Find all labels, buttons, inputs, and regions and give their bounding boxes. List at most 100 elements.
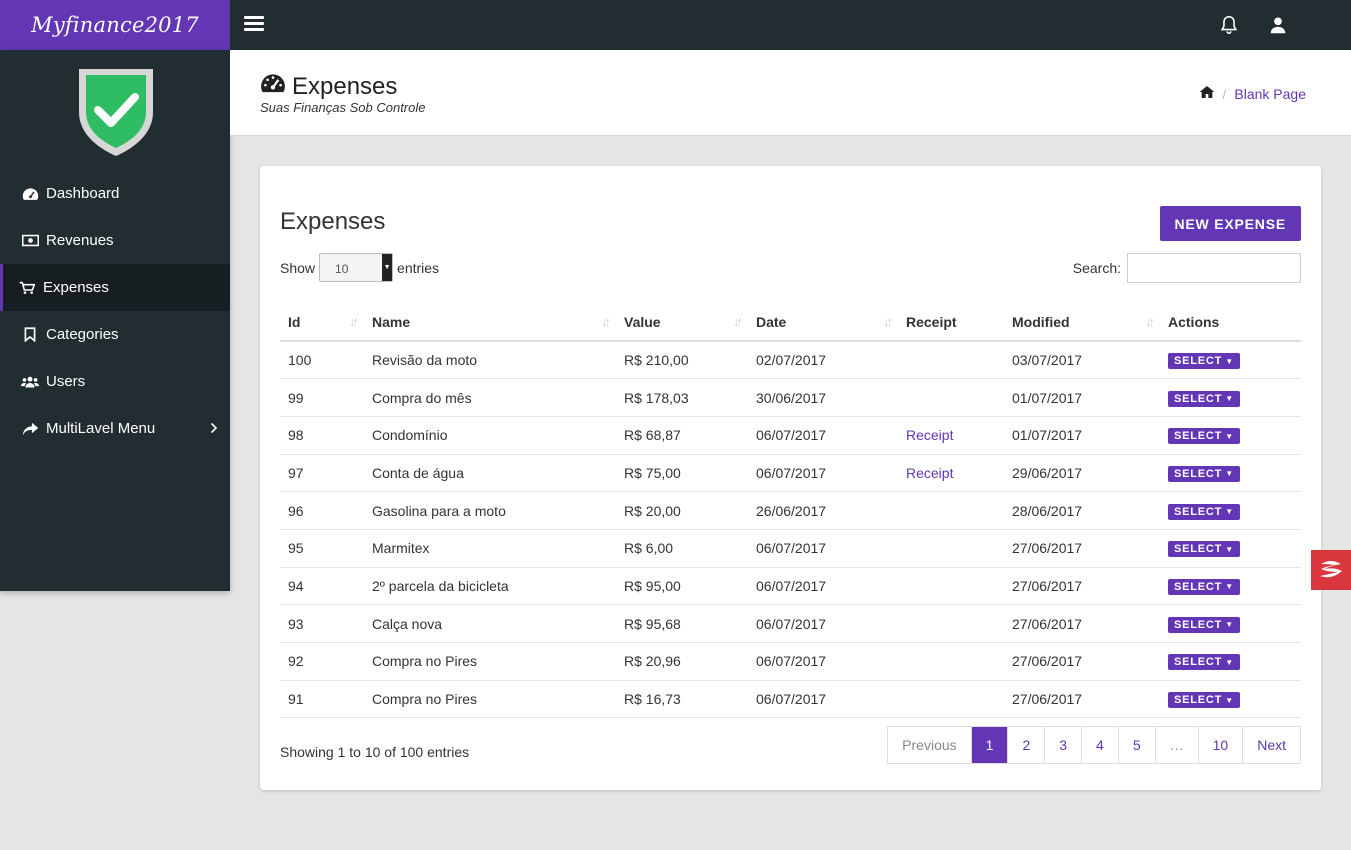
page-subtitle: Suas Finanças Sob Controle	[260, 100, 426, 115]
select-action-label: SELECT	[1174, 392, 1223, 405]
breadcrumb: / Blank Page	[1199, 85, 1306, 102]
select-action-label: SELECT	[1174, 505, 1223, 518]
cell-receipt	[898, 529, 1004, 568]
sidebar-item-dashboard[interactable]: Dashboard	[0, 170, 230, 217]
cell-name: Condomínio	[364, 416, 616, 455]
new-expense-button[interactable]: NEW EXPENSE	[1159, 206, 1301, 241]
select-action-button[interactable]: SELECT ▼	[1168, 353, 1240, 370]
cell-receipt	[898, 642, 1004, 681]
brand-logo[interactable]: Myfinance2017	[0, 0, 230, 50]
cell-receipt	[898, 567, 1004, 606]
cell-actions: SELECT ▼	[1160, 642, 1301, 681]
users-icon	[21, 374, 39, 390]
pagination-page[interactable]: 3	[1044, 727, 1082, 763]
column-header-id[interactable]: Id ↓↑	[280, 303, 364, 342]
cell-name: Compra no Pires	[364, 642, 616, 681]
cell-modified: 01/07/2017	[1004, 378, 1160, 417]
content-header: Expenses Suas Finanças Sob Controle / Bl…	[230, 50, 1351, 136]
select-action-button[interactable]: SELECT ▼	[1168, 465, 1240, 482]
cell-modified: 27/06/2017	[1004, 680, 1160, 719]
cell-actions: SELECT ▼	[1160, 454, 1301, 493]
sidebar-item-label: Users	[46, 373, 86, 390]
caret-down-icon: ▼	[1225, 356, 1234, 366]
show-label: Show	[280, 259, 316, 276]
table-row: 98 Condomínio R$ 68,87 06/07/2017 Receipt 01/…	[280, 416, 1301, 455]
cell-name: Marmitex	[364, 529, 616, 568]
breadcrumb-current[interactable]: Blank Page	[1234, 86, 1306, 102]
chevron-down-icon: ▼	[382, 254, 393, 281]
cell-date: 06/07/2017	[748, 416, 898, 455]
breadcrumb-separator: /	[1222, 85, 1227, 102]
floating-widget-icon[interactable]	[1311, 550, 1351, 590]
select-action-button[interactable]: SELECT ▼	[1168, 390, 1240, 407]
sort-icon: ↓↑	[733, 314, 743, 329]
hamburger-menu-icon[interactable]	[244, 16, 264, 34]
page-title-text: Expenses	[292, 72, 398, 100]
cell-date: 06/07/2017	[748, 604, 898, 643]
sidebar-menu: Dashboard Revenues Expenses Categories U…	[0, 170, 230, 452]
cell-value: R$ 75,00	[616, 454, 748, 493]
select-action-button[interactable]: SELECT ▼	[1168, 578, 1240, 595]
select-action-button[interactable]: SELECT ▼	[1168, 654, 1240, 671]
sidebar-item-categories[interactable]: Categories	[0, 311, 230, 358]
cell-modified: 27/06/2017	[1004, 642, 1160, 681]
receipt-link[interactable]: Receipt	[906, 427, 953, 443]
pagination-page[interactable]: 2	[1007, 727, 1045, 763]
select-action-button[interactable]: SELECT ▼	[1168, 616, 1240, 633]
receipt-link[interactable]: Receipt	[906, 465, 953, 481]
cell-receipt: Receipt	[898, 454, 1004, 493]
pagination-page[interactable]: 1	[970, 727, 1008, 763]
cell-value: R$ 68,87	[616, 416, 748, 455]
home-icon[interactable]	[1199, 85, 1215, 102]
page-length-select[interactable]: 10 ▼	[319, 253, 394, 282]
sidebar-item-label: Revenues	[46, 232, 114, 249]
bell-icon[interactable]	[1218, 14, 1240, 36]
select-action-button[interactable]: SELECT ▼	[1168, 692, 1240, 709]
select-action-button[interactable]: SELECT ▼	[1168, 541, 1240, 558]
search-input[interactable]	[1127, 253, 1301, 283]
sidebar-item-expenses[interactable]: Expenses	[0, 264, 230, 311]
column-header-name[interactable]: Name ↓↑	[364, 303, 616, 342]
sidebar: Dashboard Revenues Expenses Categories U…	[0, 50, 230, 591]
table-row: 99 Compra do mês R$ 178,03 30/06/2017 01/07/…	[280, 378, 1301, 417]
pagination-next[interactable]: Next	[1242, 727, 1300, 763]
pagination-page[interactable]: 5	[1117, 727, 1155, 763]
sidebar-item-users[interactable]: Users	[0, 358, 230, 405]
cell-modified: 03/07/2017	[1004, 341, 1160, 380]
table-row: 95 Marmitex R$ 6,00 06/07/2017 27/06/2017 SEL…	[280, 529, 1301, 568]
column-header-value[interactable]: Value ↓↑	[616, 303, 748, 342]
search-label: Search:	[1072, 260, 1121, 276]
caret-down-icon: ▼	[1225, 431, 1234, 441]
expenses-card: Expenses NEW EXPENSE Show 10 ▼ entries S…	[260, 166, 1321, 790]
sidebar-item-label: Categories	[46, 326, 119, 343]
caret-down-icon: ▼	[1225, 695, 1234, 705]
table-row: 91 Compra no Pires R$ 16,73 06/07/2017 27/06…	[280, 680, 1301, 719]
cell-date: 06/07/2017	[748, 529, 898, 568]
column-header-date[interactable]: Date ↓↑	[748, 303, 898, 342]
shield-check-logo-icon	[76, 66, 156, 158]
user-icon[interactable]	[1267, 14, 1289, 36]
cell-date: 06/07/2017	[748, 642, 898, 681]
cell-value: R$ 20,96	[616, 642, 748, 681]
pagination-page[interactable]: 4	[1081, 727, 1118, 763]
select-action-button[interactable]: SELECT ▼	[1168, 428, 1240, 445]
cell-name: Conta de água	[364, 454, 616, 493]
cell-receipt	[898, 378, 1004, 417]
sidebar-item-multilavel-menu[interactable]: MultiLavel Menu	[0, 405, 230, 452]
page-length-value: 10	[335, 262, 349, 276]
cell-id: 97	[280, 454, 364, 493]
pagination-previous[interactable]: Previous	[888, 727, 971, 763]
cell-value: R$ 20,00	[616, 491, 748, 530]
cell-id: 94	[280, 567, 364, 606]
select-action-label: SELECT	[1174, 430, 1223, 443]
bookmark-icon	[21, 327, 39, 343]
cart-icon	[18, 280, 36, 296]
select-action-button[interactable]: SELECT ▼	[1168, 503, 1240, 520]
cell-name: Compra no Pires	[364, 680, 616, 719]
cell-id: 91	[280, 680, 364, 719]
column-header-modified[interactable]: Modified ↓↑	[1004, 303, 1160, 342]
cell-date: 06/07/2017	[748, 567, 898, 606]
sidebar-item-revenues[interactable]: Revenues	[0, 217, 230, 264]
pagination-page[interactable]: 10	[1197, 727, 1243, 763]
chevron-right-icon	[210, 421, 218, 438]
